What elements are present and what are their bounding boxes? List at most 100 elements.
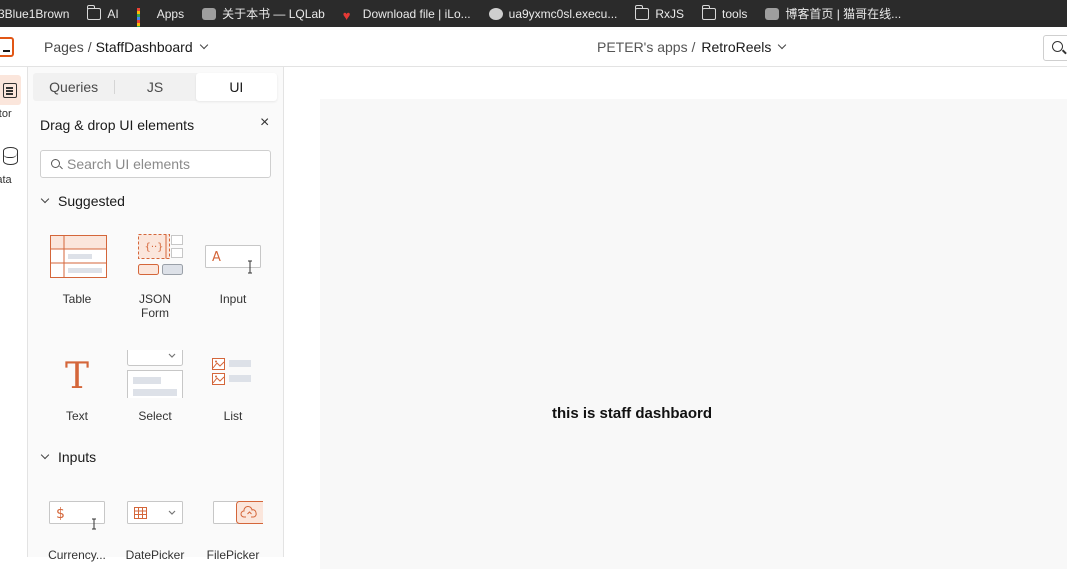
- filepicker-widget-icon: [203, 489, 268, 537]
- bookmark-label: RxJS: [655, 6, 685, 21]
- editor-tab-highlight: [0, 75, 21, 105]
- section-label: Inputs: [58, 449, 97, 465]
- page-selector[interactable]: StaffDashboard: [96, 39, 193, 55]
- bookmark-3blue1brown[interactable]: 3Blue1Brown: [0, 0, 69, 27]
- chevron-down-icon[interactable]: [778, 40, 787, 50]
- widget-label: List: [223, 409, 243, 423]
- breadcrumb-pages[interactable]: Pages: [44, 39, 84, 55]
- canvas-text-widget[interactable]: this is staff dashbaord: [552, 405, 712, 422]
- bookmark-label: Apps: [156, 6, 185, 21]
- bookmark-tools[interactable]: tools: [701, 0, 748, 27]
- left-rail: itor ata: [0, 67, 28, 557]
- rail-editor[interactable]: itor: [0, 75, 26, 120]
- page-canvas[interactable]: this is staff dashbaord: [320, 99, 1067, 569]
- bookmark-blog[interactable]: 博客首页 | 猫哥在线...: [765, 0, 901, 27]
- widget-label-line: Form: [141, 306, 169, 320]
- appsmith-logo-icon[interactable]: [0, 37, 14, 57]
- breadcrumb-separator: /: [87, 39, 92, 55]
- widget-table[interactable]: Table: [41, 233, 113, 306]
- section-label: Suggested: [58, 193, 125, 209]
- segmented-tabs: Queries JS UI: [33, 73, 277, 101]
- section-suggested[interactable]: Suggested: [40, 193, 125, 209]
- json-form-widget-icon: {··}: [125, 233, 185, 281]
- ui-explorer-panel: Queries JS UI Drag & drop UI elements × …: [28, 67, 284, 562]
- widget-label: FilePicker: [206, 548, 260, 562]
- database-icon: [3, 147, 18, 165]
- panel-title: Drag & drop UI elements: [40, 117, 195, 133]
- widget-label: Input: [219, 292, 247, 306]
- bookmark-ai[interactable]: AI: [86, 0, 119, 27]
- app-selector[interactable]: PETER's apps / RetroReels: [597, 39, 787, 55]
- search-input[interactable]: [67, 151, 267, 177]
- widget-datepicker[interactable]: DatePicker: [119, 489, 191, 562]
- search-icon: [1052, 41, 1063, 52]
- tab-js[interactable]: JS: [114, 73, 195, 101]
- chevron-down-icon[interactable]: [40, 450, 50, 460]
- workspace-name: PETER's apps /: [597, 39, 696, 55]
- input-widget-icon: A: [203, 233, 263, 281]
- rail-data[interactable]: ata: [0, 141, 26, 186]
- editor-canvas: this is staff dashbaord: [284, 67, 1067, 569]
- widget-filepicker[interactable]: FilePicker: [197, 489, 269, 562]
- widget-input[interactable]: A Input: [197, 233, 269, 306]
- tab-queries[interactable]: Queries: [33, 73, 114, 101]
- data-tab-box: [0, 141, 21, 171]
- chevron-down-icon[interactable]: [199, 40, 208, 50]
- bookmark-label: 博客首页 | 猫哥在线...: [785, 7, 902, 21]
- heart-icon: ♥: [342, 7, 351, 23]
- folder-icon: [634, 4, 650, 20]
- bookmark-lqlab[interactable]: 关于本书 — LQLab: [202, 0, 325, 27]
- widget-label: Text: [65, 409, 88, 423]
- rail-editor-label: itor: [0, 108, 12, 120]
- bookmarks-bar: 3Blue1Brown AI Apps 关于本书 — LQLab ♥ Downl…: [0, 0, 1067, 27]
- datepicker-widget-icon: [125, 489, 185, 537]
- select-widget-icon: [125, 343, 185, 405]
- bookmark-label: 关于本书 — LQLab: [222, 7, 325, 21]
- section-inputs[interactable]: Inputs: [40, 449, 97, 465]
- app-header: Pages / StaffDashboard PETER's apps / Re…: [0, 27, 1067, 67]
- pages-icon: [3, 83, 17, 98]
- widget-list[interactable]: List: [197, 350, 269, 423]
- list-widget-icon: [203, 350, 263, 398]
- widget-select[interactable]: Select: [119, 343, 191, 423]
- chevron-down-icon[interactable]: [40, 194, 50, 204]
- app-name[interactable]: RetroReels: [701, 39, 771, 55]
- bookmark-apps[interactable]: Apps: [136, 0, 185, 27]
- folder-icon: [86, 4, 102, 20]
- bookmark-label: ua9yxmc0sl.execu...: [508, 6, 618, 21]
- bookmark-label: Download file | iLo...: [362, 6, 471, 21]
- apps-grid-icon: [136, 7, 151, 27]
- widget-currency-input[interactable]: $ Currency...: [41, 489, 113, 562]
- face-icon: [202, 7, 217, 20]
- bookmark-label: 3Blue1Brown: [0, 6, 70, 21]
- table-widget-icon: [47, 233, 107, 281]
- text-widget-icon: T: [47, 350, 107, 398]
- svg-text:{··}: {··}: [144, 242, 163, 253]
- search-button[interactable]: [1043, 35, 1067, 61]
- widget-label: Select: [138, 409, 172, 423]
- tab-ui[interactable]: UI: [195, 73, 277, 101]
- widget-label: Table: [62, 292, 92, 306]
- breadcrumb: Pages / StaffDashboard: [44, 39, 208, 55]
- bookmark-execute-api[interactable]: ua9yxmc0sl.execu...: [488, 0, 618, 27]
- widget-label: Currency...: [48, 548, 106, 562]
- bookmark-label: AI: [107, 6, 119, 21]
- svg-text:T: T: [65, 356, 89, 397]
- search-field[interactable]: [40, 150, 271, 178]
- widget-label: JSON Form: [119, 292, 191, 320]
- close-icon[interactable]: ×: [260, 115, 269, 131]
- svg-text:A: A: [212, 250, 221, 265]
- currency-input-widget-icon: $: [47, 489, 107, 537]
- widget-text[interactable]: T Text: [41, 350, 113, 423]
- svg-text:$: $: [56, 506, 65, 522]
- widget-json-form[interactable]: {··} JSON Form: [119, 233, 191, 320]
- rail-data-label: ata: [0, 174, 12, 186]
- widget-label-line: JSON: [138, 292, 171, 306]
- bookmark-download[interactable]: ♥ Download file | iLo...: [343, 0, 471, 27]
- bookmark-label: tools: [722, 6, 748, 21]
- globe-icon: [488, 7, 503, 20]
- face-icon: [765, 7, 780, 20]
- bookmark-rxjs[interactable]: RxJS: [634, 0, 685, 27]
- widget-label: DatePicker: [125, 548, 185, 562]
- folder-icon: [701, 4, 717, 20]
